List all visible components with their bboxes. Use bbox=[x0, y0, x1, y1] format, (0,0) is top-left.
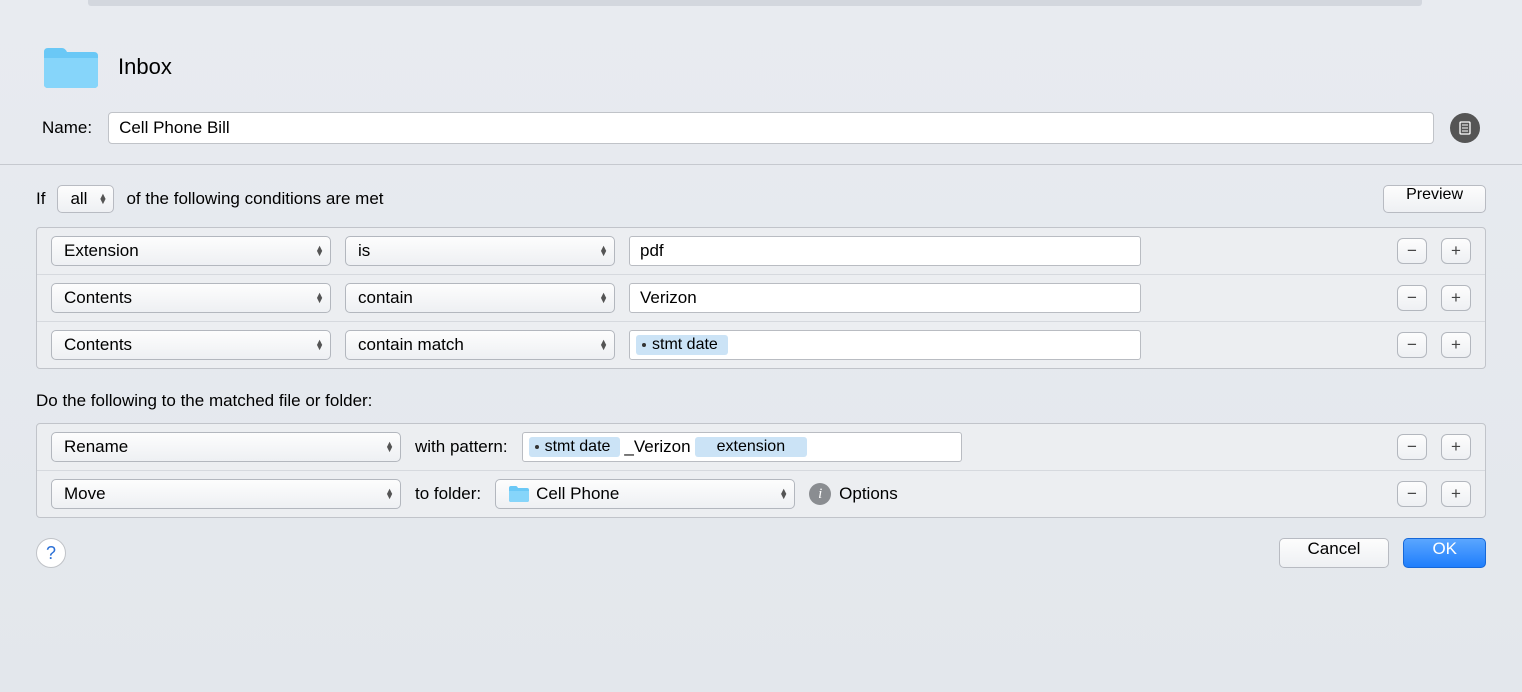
condition-attribute-select[interactable]: Contents ▲▼ bbox=[51, 283, 331, 313]
actions-group: Rename ▲▼ with pattern: stmt date _Veriz… bbox=[36, 423, 1486, 518]
condition-row: Contents ▲▼ contain ▲▼ − + bbox=[37, 275, 1485, 322]
details-toggle-button[interactable] bbox=[1450, 113, 1480, 143]
add-condition-button[interactable]: + bbox=[1441, 238, 1471, 264]
conditions-group: Extension ▲▼ is ▲▼ − + Contents ▲▼ bbox=[36, 227, 1486, 369]
folder-header: Inbox bbox=[42, 44, 1480, 90]
action-row: Move ▲▼ to folder: Cell Phone ▲▼ i Optio… bbox=[37, 471, 1485, 517]
options-label[interactable]: Options bbox=[839, 484, 898, 504]
literal-text: _Verizon bbox=[622, 437, 692, 457]
stepper-icon: ▲▼ bbox=[99, 194, 108, 204]
condition-value-input[interactable] bbox=[629, 236, 1141, 266]
match-mode-select[interactable]: all ▲▼ bbox=[57, 185, 114, 213]
action-select[interactable]: Rename ▲▼ bbox=[51, 432, 401, 462]
action-select[interactable]: Move ▲▼ bbox=[51, 479, 401, 509]
if-label: If bbox=[36, 189, 45, 209]
condition-value-input[interactable] bbox=[629, 283, 1141, 313]
remove-condition-button[interactable]: − bbox=[1397, 238, 1427, 264]
remove-condition-button[interactable]: − bbox=[1397, 332, 1427, 358]
pattern-token-field[interactable]: stmt date _Verizon extension bbox=[522, 432, 962, 462]
add-condition-button[interactable]: + bbox=[1441, 332, 1471, 358]
document-icon bbox=[1458, 121, 1472, 135]
stepper-icon: ▲▼ bbox=[599, 246, 608, 256]
condition-attribute-select[interactable]: Contents ▲▼ bbox=[51, 330, 331, 360]
ok-button[interactable]: OK bbox=[1403, 538, 1486, 568]
stepper-icon: ▲▼ bbox=[385, 489, 394, 499]
condition-operator-select[interactable]: contain match ▲▼ bbox=[345, 330, 615, 360]
remove-action-button[interactable]: − bbox=[1397, 481, 1427, 507]
condition-operator-select[interactable]: contain ▲▼ bbox=[345, 283, 615, 313]
stepper-icon: ▲▼ bbox=[599, 293, 608, 303]
folder-icon bbox=[42, 44, 100, 90]
add-action-button[interactable]: + bbox=[1441, 481, 1471, 507]
folder-title: Inbox bbox=[118, 54, 172, 80]
stepper-icon: ▲▼ bbox=[385, 442, 394, 452]
condition-token-field[interactable]: stmt date bbox=[629, 330, 1141, 360]
add-condition-button[interactable]: + bbox=[1441, 285, 1471, 311]
stepper-icon: ▲▼ bbox=[779, 489, 788, 499]
help-button[interactable]: ? bbox=[36, 538, 66, 568]
to-folder-label: to folder: bbox=[415, 484, 481, 504]
if-suffix-label: of the following conditions are met bbox=[126, 189, 383, 209]
remove-action-button[interactable]: − bbox=[1397, 434, 1427, 460]
name-label: Name: bbox=[42, 118, 92, 138]
destination-folder-select[interactable]: Cell Phone ▲▼ bbox=[495, 479, 795, 509]
condition-operator-select[interactable]: is ▲▼ bbox=[345, 236, 615, 266]
stepper-icon: ▲▼ bbox=[599, 340, 608, 350]
variable-token[interactable]: stmt date bbox=[529, 437, 621, 457]
preview-button[interactable]: Preview bbox=[1383, 185, 1486, 213]
action-row: Rename ▲▼ with pattern: stmt date _Veriz… bbox=[37, 424, 1485, 471]
actions-heading: Do the following to the matched file or … bbox=[36, 391, 1486, 411]
condition-row: Extension ▲▼ is ▲▼ − + bbox=[37, 228, 1485, 275]
condition-row: Contents ▲▼ contain match ▲▼ stmt date −… bbox=[37, 322, 1485, 368]
stepper-icon: ▲▼ bbox=[315, 246, 324, 256]
folder-icon bbox=[508, 485, 530, 503]
name-input[interactable] bbox=[108, 112, 1434, 144]
remove-condition-button[interactable]: − bbox=[1397, 285, 1427, 311]
with-pattern-label: with pattern: bbox=[415, 437, 508, 457]
cancel-button[interactable]: Cancel bbox=[1279, 538, 1390, 568]
variable-token[interactable]: stmt date bbox=[636, 335, 728, 355]
add-action-button[interactable]: + bbox=[1441, 434, 1471, 460]
stepper-icon: ▲▼ bbox=[315, 293, 324, 303]
stepper-icon: ▲▼ bbox=[315, 340, 324, 350]
info-icon[interactable]: i bbox=[809, 483, 831, 505]
condition-attribute-select[interactable]: Extension ▲▼ bbox=[51, 236, 331, 266]
variable-token[interactable]: extension bbox=[695, 437, 808, 457]
